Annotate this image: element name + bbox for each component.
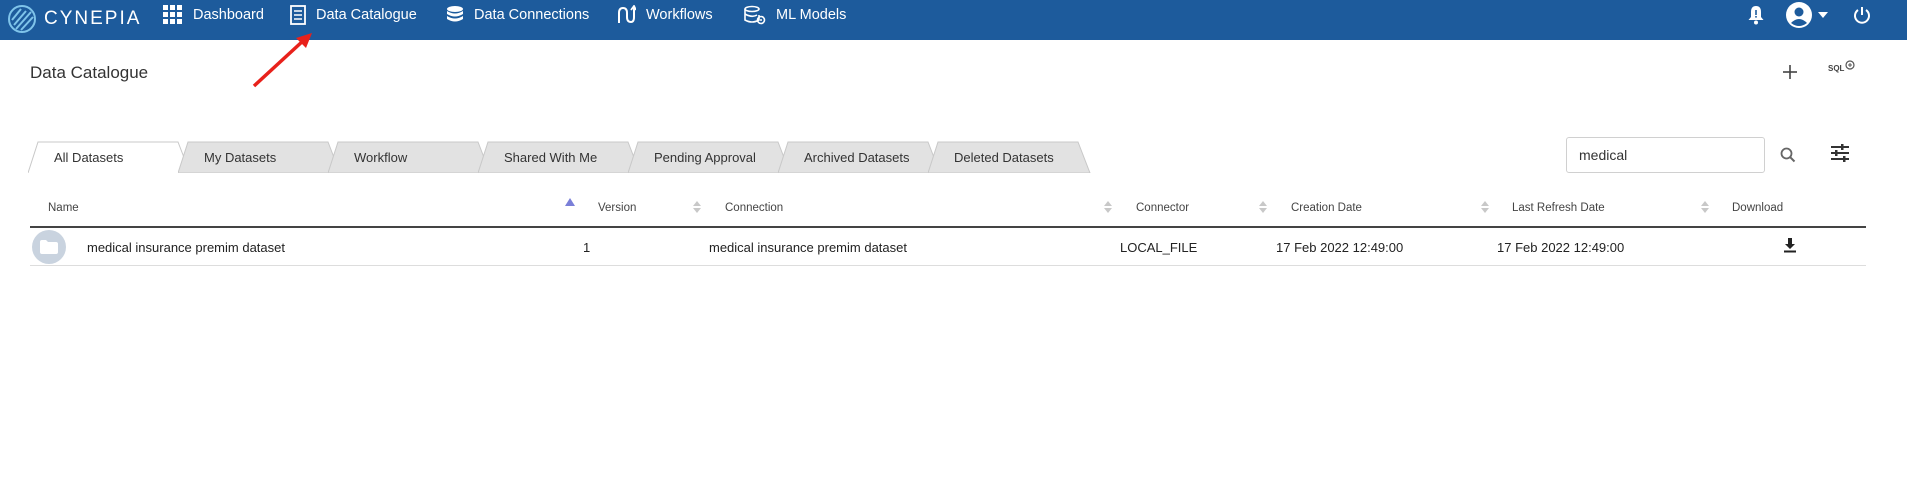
add-dataset-button[interactable]	[1778, 60, 1802, 84]
dataset-avatar	[32, 230, 66, 264]
plus-icon	[1783, 65, 1797, 79]
dataset-name-link[interactable]: medical insurance premim dataset	[87, 240, 285, 255]
tab-deleted-datasets[interactable]: Deleted Datasets	[928, 141, 1093, 173]
table-header: Name Version Connection Connector Creati…	[30, 196, 1866, 228]
dataset-creation-date: 17 Feb 2022 12:49:00	[1276, 240, 1404, 255]
dataset-connection: medical insurance premim dataset	[709, 240, 907, 255]
dataset-tabs: All Datasets My Datasets Workflow Shared…	[28, 141, 1128, 173]
column-connection[interactable]: Connection	[725, 202, 783, 214]
sql-query-button[interactable]: SQL	[1828, 60, 1855, 73]
folder-icon	[40, 240, 58, 254]
tab-label: All Datasets	[54, 149, 124, 165]
user-avatar-icon	[1786, 2, 1812, 28]
tab-workflow[interactable]: Workflow	[328, 141, 493, 173]
column-download: Download	[1732, 202, 1784, 214]
dataset-connector: LOCAL_FILE	[1120, 240, 1198, 255]
nav-ml-models-label: ML Models	[776, 7, 847, 23]
table-row[interactable]: medical insurance premim dataset 1 medic…	[30, 229, 1866, 266]
ml-models-icon	[744, 5, 766, 25]
sort-icon[interactable]	[1258, 200, 1268, 214]
sort-icon[interactable]	[1480, 200, 1490, 214]
document-icon	[290, 5, 306, 25]
nav-data-catalogue-label: Data Catalogue	[316, 7, 417, 23]
cynepia-logo-icon	[8, 5, 36, 33]
column-last-refresh-date[interactable]: Last Refresh Date	[1512, 202, 1605, 214]
sql-label: SQL	[1828, 64, 1845, 73]
column-creation-date[interactable]: Creation Date	[1291, 202, 1362, 214]
tab-label: Shared With Me	[504, 149, 598, 165]
tab-label: Archived Datasets	[804, 149, 910, 165]
red-arrow-annotation	[252, 33, 312, 88]
search-field	[1566, 137, 1765, 173]
sql-add-badge-icon	[1845, 60, 1855, 70]
column-version[interactable]: Version	[598, 202, 636, 214]
nav-data-connections[interactable]: Data Connections	[446, 0, 589, 30]
download-icon[interactable]	[1783, 237, 1797, 253]
tab-shared-with-me[interactable]: Shared With Me	[478, 141, 643, 173]
search-icon[interactable]	[1780, 147, 1796, 163]
workflow-icon	[618, 5, 636, 24]
sort-ascending-icon[interactable]	[565, 198, 575, 206]
tab-my-datasets[interactable]: My Datasets	[178, 141, 343, 173]
grid-icon	[163, 5, 182, 24]
notifications-button[interactable]	[1747, 3, 1765, 27]
database-icon	[447, 6, 463, 22]
column-name[interactable]: Name	[48, 202, 79, 214]
sort-icon[interactable]	[692, 200, 702, 214]
bell-icon	[1748, 6, 1764, 25]
nav-dashboard[interactable]: Dashboard	[163, 0, 264, 30]
tab-label: Pending Approval	[654, 149, 756, 165]
nav-data-connections-label: Data Connections	[474, 7, 590, 23]
tab-archived-datasets[interactable]: Archived Datasets	[778, 141, 943, 173]
brand-logo[interactable]: CYNEPIA	[6, 2, 141, 36]
sort-icon[interactable]	[1700, 200, 1710, 214]
page-title: Data Catalogue	[30, 63, 149, 82]
search-input[interactable]	[1579, 147, 1729, 163]
tab-pending-approval[interactable]: Pending Approval	[628, 141, 793, 173]
nav-data-catalogue[interactable]: Data Catalogue	[290, 0, 417, 30]
nav-workflows[interactable]: Workflows	[616, 0, 713, 30]
nav-dashboard-label: Dashboard	[193, 7, 264, 23]
dataset-version: 1	[583, 240, 591, 255]
brand-name: CYNEPIA	[44, 8, 142, 29]
power-icon	[1854, 7, 1870, 24]
nav-workflows-label: Workflows	[646, 7, 713, 23]
user-menu-button[interactable]	[1785, 2, 1828, 28]
column-connector[interactable]: Connector	[1136, 202, 1189, 214]
tab-all-datasets[interactable]: All Datasets	[28, 141, 193, 173]
tab-label: My Datasets	[204, 149, 277, 165]
dataset-last-refresh-date: 17 Feb 2022 12:49:00	[1497, 240, 1625, 255]
sort-icon[interactable]	[1103, 200, 1113, 214]
tab-label: Deleted Datasets	[954, 149, 1054, 165]
tab-label: Workflow	[354, 149, 408, 165]
logout-button[interactable]	[1853, 3, 1871, 27]
filter-settings-icon[interactable]	[1830, 143, 1850, 163]
nav-ml-models[interactable]: ML Models	[744, 0, 846, 30]
chevron-down-icon	[1818, 12, 1828, 18]
